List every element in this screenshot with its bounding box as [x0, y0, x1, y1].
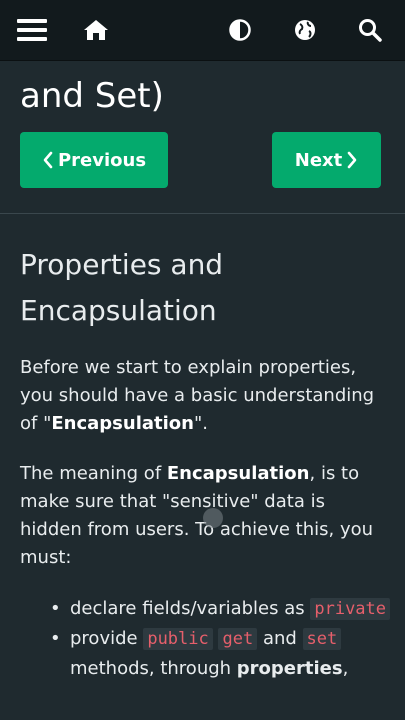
list-item-text: provide [70, 628, 144, 649]
home-button[interactable] [74, 0, 118, 60]
page-title: and Set) [20, 76, 164, 116]
meaning-bold: Encapsulation [166, 463, 310, 484]
divider [0, 213, 405, 214]
chevron-right-icon [347, 151, 357, 169]
list-item-text: declare fields/variables as [70, 598, 311, 619]
list-item-text-end: , [342, 658, 349, 679]
list-item: declare fields/variables as private [50, 594, 391, 624]
list-item-and: and [262, 628, 297, 649]
home-icon [84, 20, 108, 40]
intro-paragraph: Before we start to explain properties, y… [20, 354, 390, 438]
list-item: provide public get and set methods, thro… [50, 624, 390, 683]
intro-text-end: ". [193, 413, 208, 434]
contrast-icon [229, 19, 251, 41]
next-button-label: Next [294, 149, 343, 171]
code-private: private [310, 598, 391, 620]
menu-button[interactable] [10, 0, 54, 60]
search-icon [359, 19, 382, 42]
top-navbar [0, 0, 405, 61]
menu-icon [17, 19, 47, 41]
globe-icon [295, 20, 315, 40]
previous-button-label: Previous [57, 149, 147, 171]
previous-button[interactable]: Previous [20, 132, 168, 188]
meaning-text: The meaning of [20, 463, 167, 484]
requirements-list: declare fields/variables as private prov… [20, 594, 391, 683]
next-button[interactable]: Next [272, 132, 381, 188]
code-public: public [143, 628, 213, 650]
search-button[interactable] [348, 0, 392, 60]
touch-cursor [203, 508, 223, 528]
code-get: get [218, 628, 258, 650]
page-content: and Set) Previous Next Properties and En… [0, 0, 405, 720]
section-heading: Properties and Encapsulation [20, 248, 224, 327]
intro-bold: Encapsulation [51, 413, 194, 434]
language-button[interactable] [283, 0, 327, 60]
properties-bold: properties [236, 658, 343, 679]
theme-toggle-button[interactable] [218, 0, 262, 60]
chevron-left-icon [43, 151, 53, 169]
list-item-text: methods, through [70, 658, 237, 679]
code-set: set [302, 628, 342, 650]
